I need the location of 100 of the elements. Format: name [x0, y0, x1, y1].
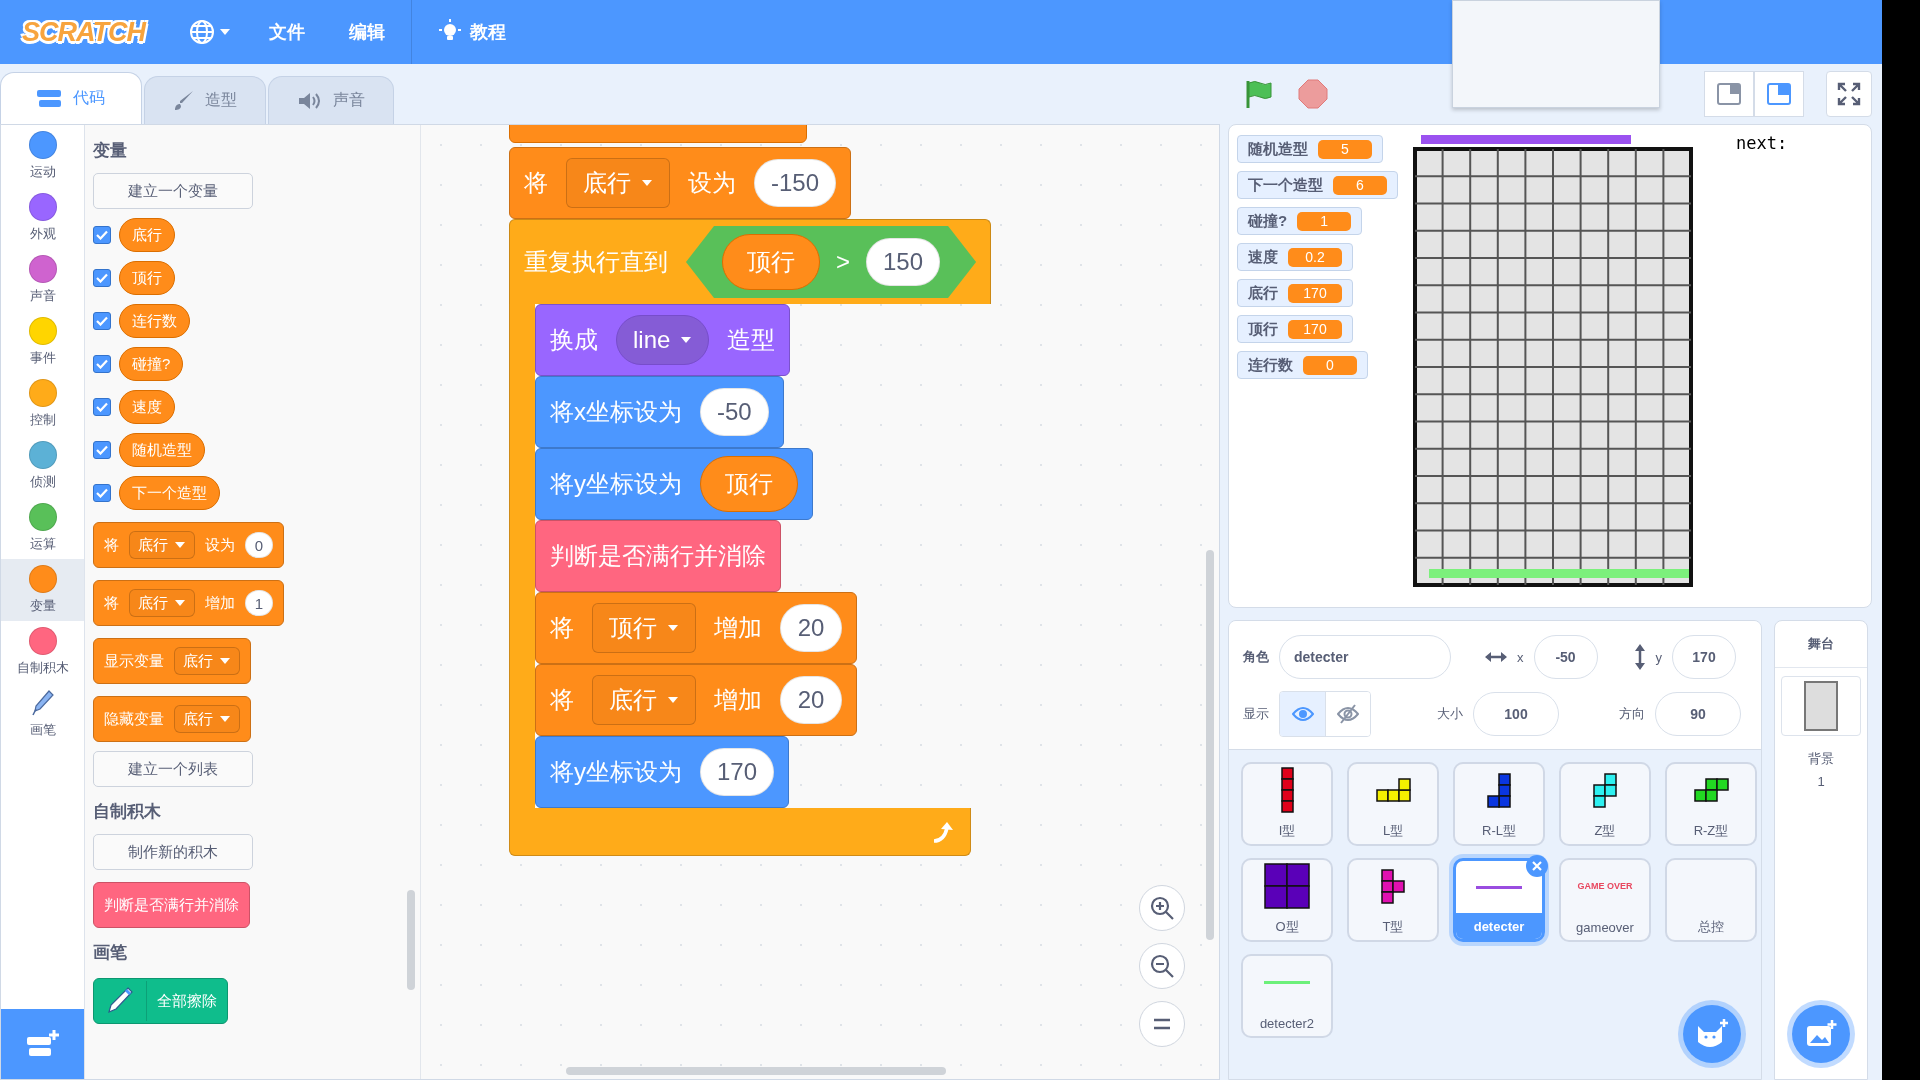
monitor-label: 连行数 [1248, 355, 1293, 375]
category-item[interactable]: 自制积木 [1, 621, 84, 683]
hide-sprite-button[interactable] [1325, 692, 1370, 736]
sprite-name: gameover [1575, 918, 1635, 937]
category-item[interactable]: 声音 [1, 249, 84, 311]
checkbox[interactable] [93, 355, 111, 373]
monitor-label: 碰撞? [1248, 211, 1288, 231]
backdrop-count: 1 [1817, 774, 1825, 789]
x-field[interactable]: -50 [1533, 635, 1598, 679]
category-item[interactable]: 控制 [1, 373, 84, 435]
palette-button[interactable]: 建立一个列表 [93, 751, 253, 787]
sprite-tile[interactable]: R-Z型 [1665, 762, 1757, 846]
zoom-in-button[interactable] [1139, 885, 1185, 931]
monitor-value: 5 [1318, 139, 1372, 159]
monitor-value: 170 [1288, 319, 1342, 339]
add-sprite-button[interactable] [1683, 1005, 1741, 1063]
fullscreen-icon [1837, 82, 1861, 106]
category-item[interactable]: 运动 [1, 125, 84, 187]
checkbox[interactable] [93, 226, 111, 244]
category-item[interactable]: 变量 [1, 559, 84, 621]
block-label: 将 [104, 593, 119, 613]
code-block[interactable]: 将 底行 设为 0 [93, 522, 284, 568]
normal-stage-button[interactable] [1754, 71, 1804, 117]
sprite-name: R-L型 [1481, 822, 1517, 840]
number-input[interactable]: -50 [700, 388, 769, 436]
stage-title: 舞台 [1775, 621, 1867, 668]
small-stage-button[interactable] [1704, 71, 1754, 117]
add-extension-button[interactable] [1, 1009, 84, 1079]
pen-icon [30, 689, 55, 717]
sprite-tile[interactable]: Z型 [1559, 762, 1651, 846]
dropdown-field[interactable]: line [616, 315, 710, 365]
number-input[interactable]: 0 [245, 532, 273, 558]
code-block[interactable]: 将 底行 增加 20 [535, 664, 857, 736]
sprite-tile[interactable]: 总控 [1665, 858, 1757, 942]
sprite-name-field[interactable]: detecter [1279, 635, 1451, 679]
sprite-tile[interactable]: GAME OVER gameover [1559, 858, 1651, 942]
add-backdrop-button[interactable] [1792, 1005, 1850, 1063]
direction-field[interactable]: 90 [1655, 692, 1741, 736]
equals-icon [1152, 1017, 1172, 1031]
number-input[interactable]: 150 [866, 238, 941, 286]
cat-plus-icon [1695, 1018, 1729, 1050]
checkmark-icon [96, 445, 108, 455]
category-item[interactable]: 运算 [1, 497, 84, 559]
code-block[interactable]: 换成 line 造型 [535, 304, 791, 376]
code-block[interactable]: 将 底行 设为 -150 [509, 147, 852, 219]
section-heading: 自制积木 [93, 801, 161, 823]
delete-button[interactable] [1526, 855, 1548, 877]
code-block[interactable]: 将 顶行 增加 20 [535, 592, 857, 664]
block-label: 将y坐标设为 [550, 469, 682, 499]
number-input[interactable]: 1 [245, 590, 273, 616]
checkbox[interactable] [93, 398, 111, 416]
backdrop-thumbnail[interactable] [1781, 676, 1861, 736]
checkbox[interactable] [93, 484, 111, 502]
size-field[interactable]: 100 [1473, 692, 1559, 736]
scrollbar[interactable] [407, 890, 415, 990]
sprite-tile[interactable]: T型 [1347, 858, 1439, 942]
scrollbar[interactable] [566, 1067, 946, 1075]
sprite-tile[interactable]: I型 [1241, 762, 1333, 846]
operator-label: > [836, 248, 850, 276]
scrollbar[interactable] [1206, 550, 1214, 940]
block-label: 换成 [550, 325, 598, 355]
sprite-tile[interactable]: detecter2 [1241, 954, 1333, 1038]
number-input[interactable]: 170 [700, 748, 775, 796]
image-plus-icon [1805, 1019, 1837, 1049]
category-label: 运算 [29, 535, 56, 553]
checkbox[interactable] [93, 441, 111, 459]
code-block[interactable]: 将y坐标设为 170 [535, 736, 790, 808]
code-block[interactable]: 将x坐标设为 -50 [535, 376, 784, 448]
checkbox[interactable] [93, 312, 111, 330]
fullscreen-button[interactable] [1826, 71, 1872, 117]
sprite-tile[interactable]: L型 [1347, 762, 1439, 846]
number-input[interactable]: 20 [780, 676, 842, 724]
number-input[interactable]: 20 [780, 604, 842, 652]
category-item[interactable]: 侦测 [1, 435, 84, 497]
zoom-reset-button[interactable] [1139, 1001, 1185, 1047]
category-item[interactable]: 事件 [1, 311, 84, 373]
category-label: 事件 [29, 349, 56, 367]
backdrop-label: 背景 [1808, 750, 1834, 768]
repeat-block-header[interactable]: 重复执行直到 顶行 > 150 [509, 219, 992, 304]
show-sprite-button[interactable] [1280, 692, 1325, 736]
palette-button[interactable]: 制作新的积木 [93, 834, 253, 870]
code-block[interactable]: 将 底行 增加 1 [93, 580, 284, 626]
zoom-out-button[interactable] [1139, 943, 1185, 989]
number-input[interactable]: -150 [754, 159, 837, 207]
block-label: 将y坐标设为 [550, 757, 682, 787]
category-item[interactable]: 画笔 [1, 683, 84, 745]
category-item[interactable]: 外观 [1, 187, 84, 249]
category-label: 画笔 [29, 721, 56, 739]
stage-layout-icon [1717, 83, 1741, 105]
section-heading: 变量 [93, 140, 127, 162]
block-label: 增加 [205, 593, 235, 613]
sprite-tile[interactable]: R-L型 [1453, 762, 1545, 846]
checkbox[interactable] [93, 269, 111, 287]
y-field[interactable]: 170 [1672, 635, 1736, 679]
caret-icon [219, 28, 231, 36]
block-label: 增加 [714, 685, 762, 715]
next-label: next: [1736, 133, 1788, 153]
caret-icon [219, 657, 231, 665]
sprite-tile[interactable]: O型 [1241, 858, 1333, 942]
palette-button[interactable]: 建立一个变量 [93, 173, 253, 209]
